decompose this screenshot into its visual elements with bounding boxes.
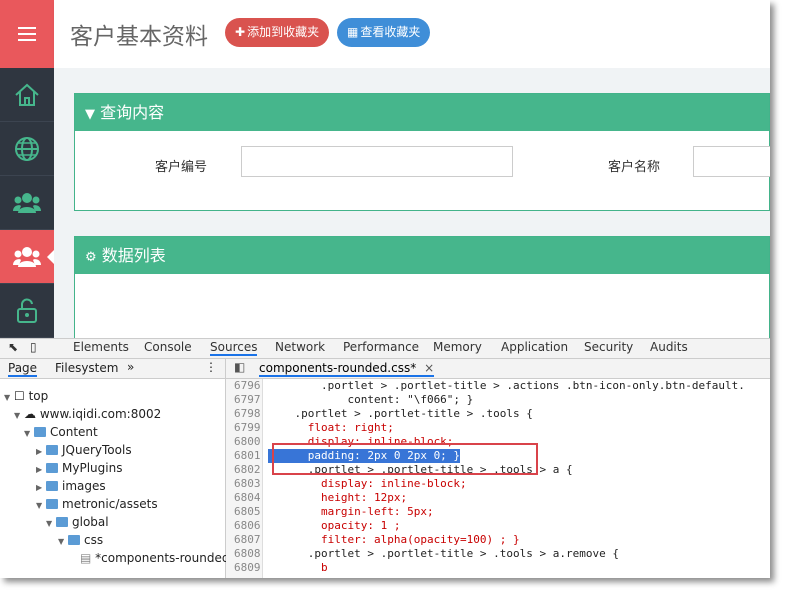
- page-header: 客户基本资料 ✚ 添加到收藏夹 ▦ 查看收藏夹: [54, 0, 770, 69]
- hamburger-icon: [18, 27, 36, 41]
- folder-icon: [46, 481, 58, 491]
- plus-icon: ✚: [235, 25, 246, 39]
- code-view[interactable]: 6796 .portlet > .portlet-title > .action…: [226, 379, 770, 578]
- close-icon[interactable]: ×: [424, 361, 434, 375]
- cloud-icon: ☁: [24, 407, 36, 421]
- unlock-icon: [17, 297, 37, 323]
- devtools-tab-bar: ⬉ ▯ Elements Console Sources Network Per…: [0, 339, 770, 359]
- sidebar-item-home[interactable]: [0, 68, 54, 122]
- sidebar: [0, 68, 54, 338]
- table-icon: ▦: [347, 25, 359, 39]
- cogs-icon: ⚙: [85, 250, 97, 265]
- inspect-element-icon[interactable]: ⬉: [8, 340, 18, 354]
- tab-performance[interactable]: Performance: [343, 340, 419, 354]
- sidebar-item-globe[interactable]: [0, 122, 54, 176]
- globe-icon: [15, 136, 39, 161]
- tree-item-file[interactable]: ▤ *components-rounded...: [80, 549, 241, 567]
- home-icon: [15, 83, 39, 106]
- tree-label: www.iqidi.com:8002: [39, 407, 162, 421]
- folder-icon: [56, 517, 68, 527]
- editor-tab-bar: ◧ components-rounded.css* ×: [226, 359, 770, 379]
- view-favorites-button[interactable]: ▦ 查看收藏夹: [337, 18, 431, 47]
- tree-item-myplugins[interactable]: ▶ MyPlugins: [36, 459, 122, 477]
- screenshot-frame: 客户基本资料 ✚ 添加到收藏夹 ▦ 查看收藏夹 ▼ 查询内容 客户编号 客户名称…: [0, 0, 770, 578]
- filter-icon: ▼: [85, 107, 95, 122]
- tab-audits[interactable]: Audits: [650, 340, 688, 354]
- tree-label: *components-rounded...: [95, 551, 241, 565]
- main-content: ▼ 查询内容 客户编号 客户名称 ⚙ 数据列表: [54, 68, 770, 358]
- customer-id-label: 客户编号: [155, 160, 208, 175]
- tree-label: JQueryTools: [62, 443, 132, 457]
- add-to-favorites-button[interactable]: ✚ 添加到收藏夹: [225, 18, 330, 47]
- sidebar-item-unlock[interactable]: [0, 284, 54, 338]
- tab-elements[interactable]: Elements: [73, 340, 129, 354]
- tree-label: global: [72, 515, 109, 529]
- toggle-navigator-icon[interactable]: ◧: [234, 360, 245, 374]
- tab-application[interactable]: Application: [501, 340, 568, 354]
- data-list-panel-title: 数据列表: [101, 246, 166, 265]
- customer-name-input[interactable]: [693, 146, 770, 177]
- tree-item-domain[interactable]: ▼ ☁ www.iqidi.com:8002: [14, 405, 161, 423]
- query-panel: ▼ 查询内容 客户编号 客户名称: [74, 93, 770, 211]
- folder-icon: [46, 463, 58, 473]
- tree-label: metronic/assets: [62, 497, 158, 511]
- tree-label: images: [62, 479, 106, 493]
- folder-icon: [46, 499, 58, 509]
- tab-filesystem[interactable]: Filesystem: [55, 361, 118, 375]
- folder-icon: [68, 535, 80, 545]
- users-icon: [13, 192, 41, 213]
- tab-console[interactable]: Console: [144, 340, 192, 354]
- menu-toggle-button[interactable]: [0, 0, 54, 68]
- tree-label: top: [28, 389, 49, 403]
- kebab-menu-icon[interactable]: ⋮: [205, 360, 217, 374]
- tree-label: css: [84, 533, 104, 547]
- tab-sources[interactable]: Sources: [210, 340, 258, 356]
- tab-security[interactable]: Security: [584, 340, 633, 354]
- tree-item-global[interactable]: ▼ global: [46, 513, 109, 531]
- tree-item-images[interactable]: ▶ images: [36, 477, 106, 495]
- tree-item-top[interactable]: ▼ ☐ top: [4, 387, 48, 405]
- sources-navigator: Page Filesystem » ⋮ ▼ ☐ top ▼ ☁ www.iqidi.…: [0, 359, 241, 578]
- tab-page[interactable]: Page: [8, 361, 38, 377]
- more-tabs-button[interactable]: »: [127, 360, 134, 374]
- tree-item-jquerytools[interactable]: ▶ JQueryTools: [36, 441, 132, 459]
- query-panel-title: 查询内容: [100, 103, 165, 122]
- tree-item-css[interactable]: ▼ css: [58, 531, 103, 549]
- device-toolbar-icon[interactable]: ▯: [30, 340, 37, 354]
- add-to-favorites-label: 添加到收藏夹: [247, 25, 320, 39]
- highlight-annotation-box: [272, 443, 538, 475]
- tree-item-metronic[interactable]: ▼ metronic/assets: [36, 495, 158, 513]
- sidebar-item-users[interactable]: [0, 176, 54, 230]
- file-icon: ▤: [80, 551, 92, 565]
- query-panel-header[interactable]: ▼ 查询内容: [75, 94, 769, 131]
- data-list-panel-header: ⚙ 数据列表: [75, 237, 769, 274]
- folder-icon: [46, 445, 58, 455]
- view-favorites-label: 查看收藏夹: [360, 25, 421, 39]
- frame-icon: ☐: [14, 389, 25, 403]
- tree-item-content[interactable]: ▼ Content: [24, 423, 98, 441]
- page-title: 客户基本资料: [70, 24, 208, 50]
- users-icon: [13, 246, 41, 267]
- customer-name-label: 客户名称: [608, 160, 661, 175]
- file-tab-label: components-rounded.css*: [259, 361, 417, 375]
- tab-memory[interactable]: Memory: [433, 340, 482, 354]
- tree-label: Content: [50, 425, 98, 439]
- customer-id-input[interactable]: [241, 146, 513, 177]
- navigator-tab-bar: Page Filesystem » ⋮: [0, 359, 225, 379]
- folder-icon: [34, 427, 46, 437]
- file-tab[interactable]: components-rounded.css* ×: [259, 361, 435, 377]
- sidebar-item-customers[interactable]: [0, 230, 54, 284]
- tab-network[interactable]: Network: [275, 340, 325, 354]
- tree-label: MyPlugins: [62, 461, 123, 475]
